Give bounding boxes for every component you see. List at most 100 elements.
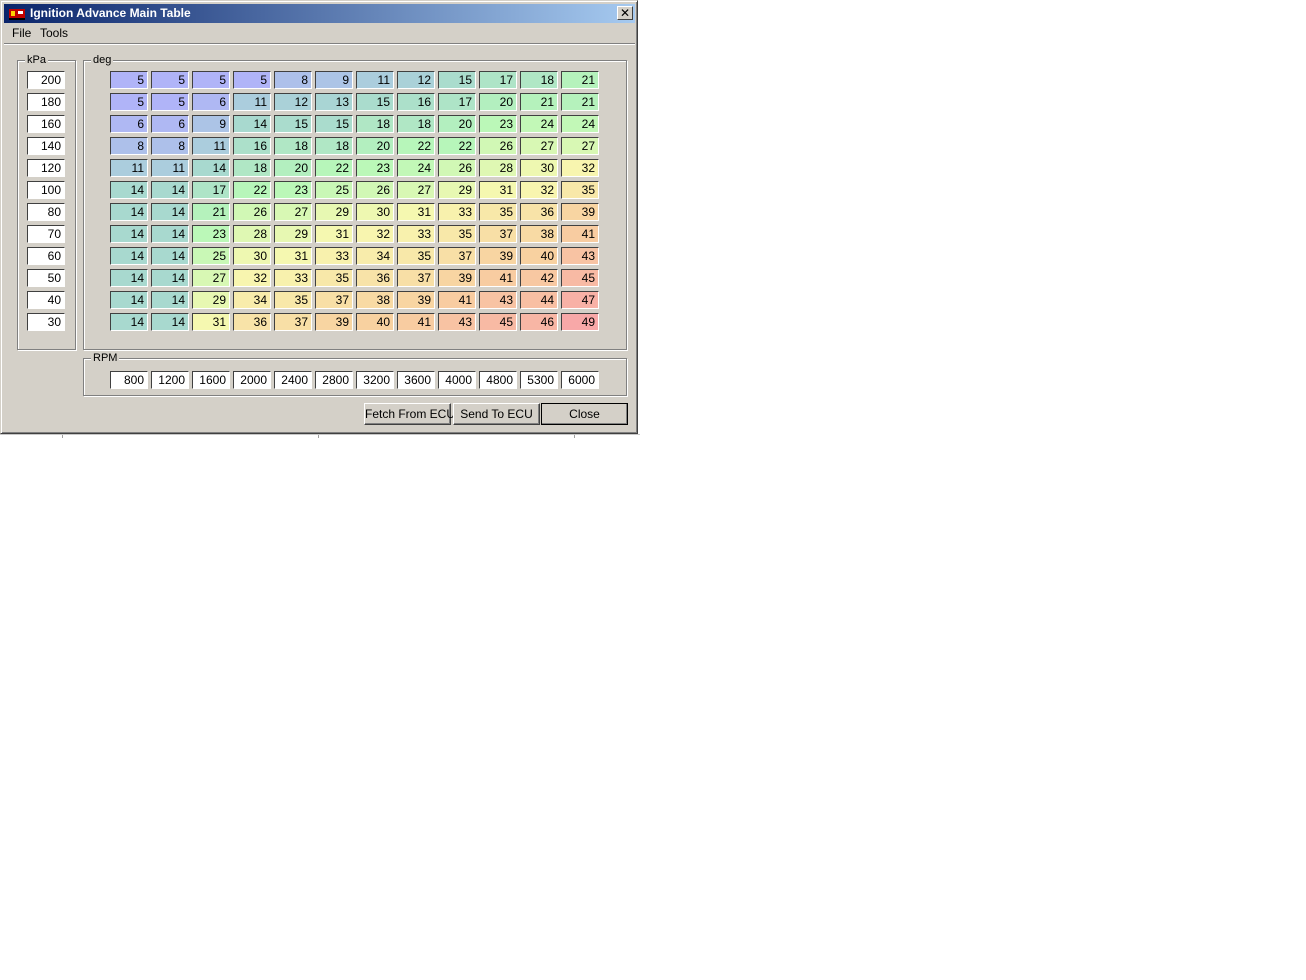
close-icon[interactable]: ✕ (617, 6, 633, 20)
menu-tools[interactable]: Tools (40, 26, 68, 40)
table-cell[interactable]: 31 (479, 181, 517, 199)
table-cell[interactable]: 34 (356, 247, 394, 265)
menu-file[interactable]: File (12, 26, 31, 40)
rpm-value-input[interactable]: 1600 (192, 371, 230, 389)
table-cell[interactable]: 35 (479, 203, 517, 221)
table-cell[interactable]: 43 (561, 247, 599, 265)
table-cell[interactable]: 32 (356, 225, 394, 243)
rpm-value-input[interactable]: 6000 (561, 371, 599, 389)
table-cell[interactable]: 31 (192, 313, 230, 331)
kpa-value-input[interactable]: 180 (27, 93, 65, 111)
table-cell[interactable]: 29 (274, 225, 312, 243)
table-cell[interactable]: 14 (110, 313, 148, 331)
table-cell[interactable]: 18 (520, 71, 558, 89)
table-cell[interactable]: 5 (233, 71, 271, 89)
rpm-value-input[interactable]: 1200 (151, 371, 189, 389)
rpm-value-input[interactable]: 4800 (479, 371, 517, 389)
table-cell[interactable]: 29 (438, 181, 476, 199)
table-cell[interactable]: 27 (561, 137, 599, 155)
kpa-value-input[interactable]: 70 (27, 225, 65, 243)
table-cell[interactable]: 36 (520, 203, 558, 221)
table-cell[interactable]: 46 (520, 313, 558, 331)
table-cell[interactable]: 18 (356, 115, 394, 133)
table-cell[interactable]: 27 (274, 203, 312, 221)
table-cell[interactable]: 35 (438, 225, 476, 243)
table-cell[interactable]: 30 (233, 247, 271, 265)
table-cell[interactable]: 32 (561, 159, 599, 177)
rpm-value-input[interactable]: 3200 (356, 371, 394, 389)
table-cell[interactable]: 33 (315, 247, 353, 265)
send-to-ecu-button[interactable]: Send To ECU (453, 403, 540, 425)
table-cell[interactable]: 8 (110, 137, 148, 155)
kpa-value-input[interactable]: 120 (27, 159, 65, 177)
table-cell[interactable]: 22 (438, 137, 476, 155)
table-cell[interactable]: 33 (274, 269, 312, 287)
table-cell[interactable]: 23 (356, 159, 394, 177)
close-button[interactable]: Close (541, 403, 628, 425)
table-cell[interactable]: 11 (151, 159, 189, 177)
table-cell[interactable]: 31 (274, 247, 312, 265)
table-cell[interactable]: 9 (192, 115, 230, 133)
rpm-value-input[interactable]: 800 (110, 371, 148, 389)
table-cell[interactable]: 17 (438, 93, 476, 111)
table-cell[interactable]: 28 (479, 159, 517, 177)
table-cell[interactable]: 17 (479, 71, 517, 89)
table-cell[interactable]: 30 (356, 203, 394, 221)
table-cell[interactable]: 18 (315, 137, 353, 155)
table-cell[interactable]: 11 (110, 159, 148, 177)
table-cell[interactable]: 14 (151, 269, 189, 287)
table-cell[interactable]: 26 (233, 203, 271, 221)
table-cell[interactable]: 13 (315, 93, 353, 111)
table-cell[interactable]: 14 (151, 313, 189, 331)
table-cell[interactable]: 14 (151, 225, 189, 243)
table-cell[interactable]: 8 (274, 71, 312, 89)
table-cell[interactable]: 24 (561, 115, 599, 133)
table-cell[interactable]: 30 (520, 159, 558, 177)
rpm-value-input[interactable]: 5300 (520, 371, 558, 389)
table-cell[interactable]: 39 (397, 291, 435, 309)
table-cell[interactable]: 6 (151, 115, 189, 133)
table-cell[interactable]: 20 (356, 137, 394, 155)
table-cell[interactable]: 41 (561, 225, 599, 243)
table-cell[interactable]: 11 (233, 93, 271, 111)
table-cell[interactable]: 29 (315, 203, 353, 221)
table-cell[interactable]: 5 (151, 93, 189, 111)
table-cell[interactable]: 31 (397, 203, 435, 221)
table-cell[interactable]: 31 (315, 225, 353, 243)
table-cell[interactable]: 16 (233, 137, 271, 155)
table-cell[interactable]: 20 (438, 115, 476, 133)
table-cell[interactable]: 14 (151, 291, 189, 309)
table-cell[interactable]: 43 (479, 291, 517, 309)
table-cell[interactable]: 24 (520, 115, 558, 133)
kpa-value-input[interactable]: 200 (27, 71, 65, 89)
table-cell[interactable]: 14 (110, 203, 148, 221)
table-cell[interactable]: 26 (479, 137, 517, 155)
table-cell[interactable]: 37 (315, 291, 353, 309)
table-cell[interactable]: 45 (479, 313, 517, 331)
table-cell[interactable]: 5 (192, 71, 230, 89)
table-cell[interactable]: 33 (397, 225, 435, 243)
table-cell[interactable]: 24 (397, 159, 435, 177)
table-cell[interactable]: 39 (438, 269, 476, 287)
table-cell[interactable]: 15 (315, 115, 353, 133)
table-cell[interactable]: 5 (110, 93, 148, 111)
kpa-value-input[interactable]: 60 (27, 247, 65, 265)
table-cell[interactable]: 18 (274, 137, 312, 155)
table-cell[interactable]: 5 (110, 71, 148, 89)
table-cell[interactable]: 12 (397, 71, 435, 89)
kpa-value-input[interactable]: 80 (27, 203, 65, 221)
table-cell[interactable]: 44 (520, 291, 558, 309)
table-cell[interactable]: 15 (356, 93, 394, 111)
rpm-value-input[interactable]: 2800 (315, 371, 353, 389)
table-cell[interactable]: 14 (110, 181, 148, 199)
table-cell[interactable]: 39 (479, 247, 517, 265)
table-cell[interactable]: 42 (520, 269, 558, 287)
table-cell[interactable]: 35 (315, 269, 353, 287)
table-cell[interactable]: 27 (520, 137, 558, 155)
table-cell[interactable]: 22 (397, 137, 435, 155)
table-cell[interactable]: 16 (397, 93, 435, 111)
table-cell[interactable]: 20 (274, 159, 312, 177)
table-cell[interactable]: 14 (110, 225, 148, 243)
table-cell[interactable]: 14 (233, 115, 271, 133)
table-cell[interactable]: 37 (438, 247, 476, 265)
